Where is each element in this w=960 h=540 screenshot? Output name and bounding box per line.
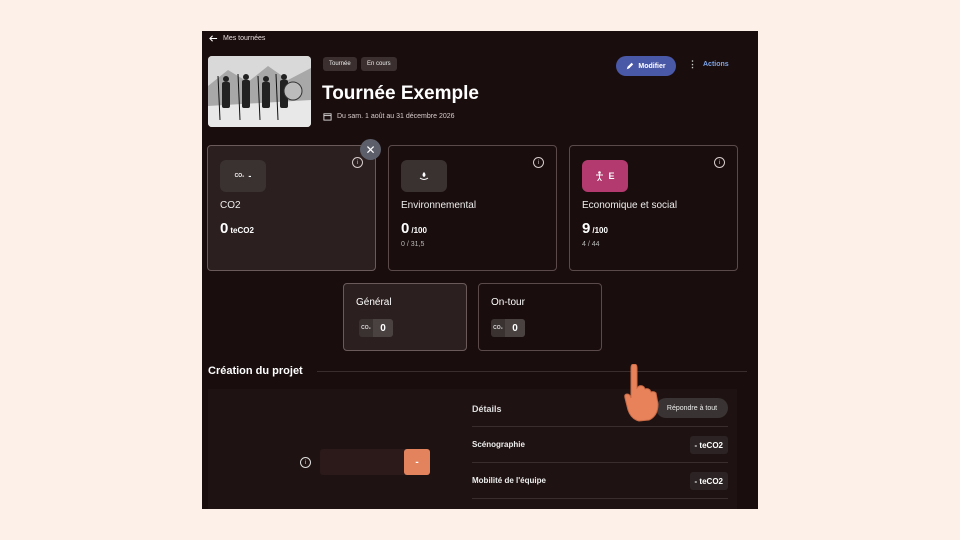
section-title: Création du projet — [208, 365, 303, 377]
co2-pill: CO₂ 0 — [359, 319, 393, 337]
back-link[interactable]: Mes tournées — [209, 34, 265, 43]
subcard-label: On-tour — [491, 297, 525, 308]
detail-label: Mobilité de l'équipe — [472, 476, 546, 485]
tag-status: En cours — [361, 57, 397, 71]
leaf-hand-icon — [401, 160, 447, 192]
tag-type: Tournée — [323, 57, 357, 71]
card-value: 9/100 — [582, 220, 608, 237]
card-label: Economique et social — [582, 200, 678, 211]
divider — [317, 371, 747, 372]
card-sub: 4 / 44 — [582, 241, 600, 248]
date-range: Du sam. 1 août au 31 décembre 2026 — [323, 112, 455, 121]
kebab-icon: ⋮ — [688, 59, 697, 69]
back-label: Mes tournées — [223, 35, 266, 42]
calendar-icon — [323, 113, 332, 121]
actions-label: Actions — [703, 61, 729, 68]
card-label: CO2 — [220, 200, 241, 211]
input-button[interactable]: - — [404, 449, 430, 475]
card-label: Environnemental — [401, 200, 477, 211]
card-value: 0/100 — [401, 220, 427, 237]
subcard-ontour[interactable]: On-tour CO₂ 0 — [478, 283, 602, 351]
card-environnemental[interactable]: i Environnemental 0/100 0 / 31,5 — [388, 145, 557, 271]
app-window: Mes tournées Tournée En cours Tournée Ex… — [202, 31, 758, 509]
info-icon[interactable]: i — [300, 457, 311, 468]
detail-row[interactable]: Scénographie - teCO2 — [472, 426, 728, 463]
modify-button[interactable]: Modifier — [616, 56, 676, 76]
modify-label: Modifier — [638, 62, 666, 70]
detail-value: - teCO2 — [689, 472, 728, 490]
info-icon[interactable]: i — [714, 157, 725, 168]
pencil-icon — [627, 62, 634, 70]
date-text: Du sam. 1 août au 31 décembre 2026 — [337, 113, 455, 120]
details-title: Détails — [472, 404, 502, 414]
subcard-label: Général — [356, 297, 392, 308]
co2-icon: CO₂ - — [220, 160, 266, 192]
detail-row-divider — [472, 498, 728, 509]
detail-value: - teCO2 — [689, 436, 728, 454]
info-icon[interactable]: i — [352, 157, 363, 168]
reply-all-button[interactable]: Répondre à tout — [656, 398, 728, 418]
co2-pill: CO₂ 0 — [491, 319, 525, 337]
detail-row[interactable]: Mobilité de l'équipe - teCO2 — [472, 462, 728, 499]
card-value: 0 teCO2 — [220, 220, 254, 237]
page-title: Tournée Exemple — [322, 83, 479, 104]
arrow-left-icon — [209, 35, 218, 42]
card-sub: 0 / 31,5 — [401, 241, 425, 248]
actions-button[interactable]: ⋮ Actions — [688, 59, 729, 70]
card-co2[interactable]: CO₂ - i CO2 0 teCO2 — [207, 145, 376, 271]
info-icon[interactable]: i — [533, 157, 544, 168]
subcard-general[interactable]: Général CO₂ 0 — [343, 283, 467, 351]
close-icon[interactable]: ✕ — [360, 139, 381, 160]
tour-photo — [208, 56, 311, 127]
pointer-hand-icon — [624, 364, 659, 422]
value-input[interactable]: - — [320, 449, 430, 475]
detail-label: Scénographie — [472, 440, 525, 449]
person-icon: E — [582, 160, 628, 192]
card-economique[interactable]: E i Economique et social 9/100 4 / 44 — [569, 145, 738, 271]
